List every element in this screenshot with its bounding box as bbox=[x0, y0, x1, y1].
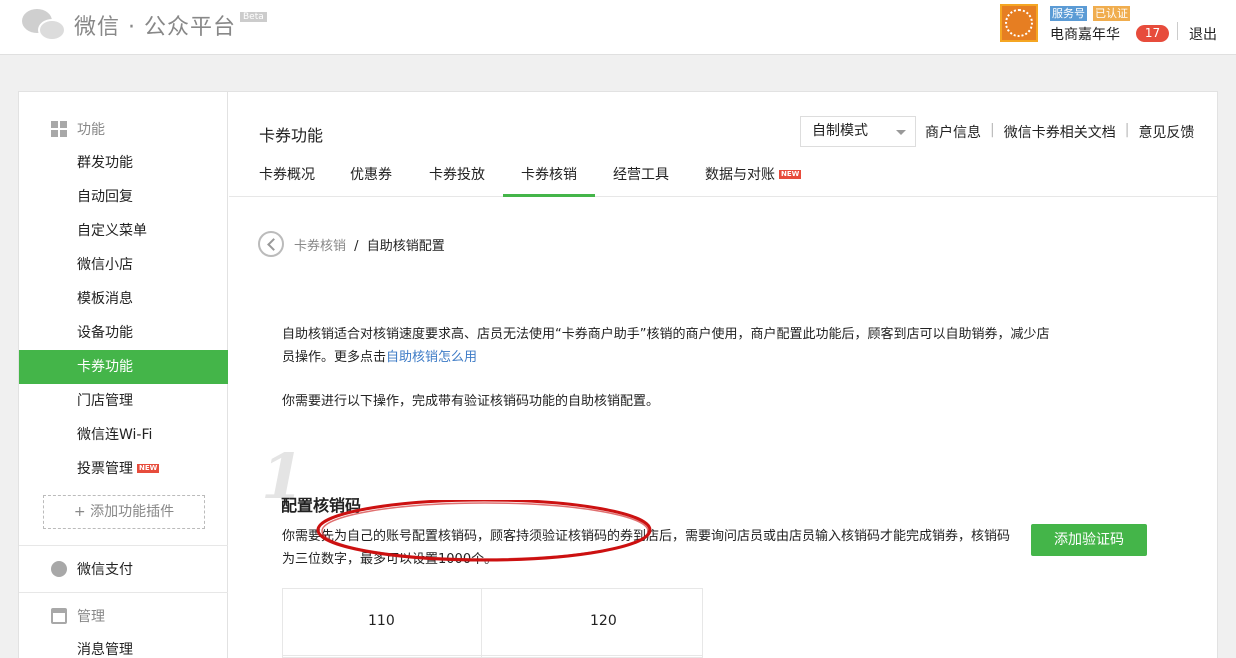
sidebar-section-manage: 管理 bbox=[19, 599, 228, 633]
card-docs-link[interactable]: 微信卡券相关文档 bbox=[1004, 122, 1116, 142]
instruction-text: 你需要进行以下操作，完成带有验证核销码功能的自助核销配置。 bbox=[282, 394, 660, 409]
avatar-emblem-icon bbox=[1005, 9, 1033, 37]
account-avatar[interactable] bbox=[1000, 4, 1038, 42]
merchant-info-link[interactable]: 商户信息 bbox=[925, 122, 981, 142]
beta-badge: Beta bbox=[239, 12, 267, 22]
sidebar-item-card-coupon[interactable]: 卡券功能 bbox=[19, 350, 228, 384]
back-icon[interactable] bbox=[258, 231, 284, 257]
tab-card-distribution[interactable]: 卡券投放 bbox=[429, 164, 485, 197]
platform-title: 微信 · 公众平台 bbox=[74, 15, 236, 40]
mode-select-value: 自制模式 bbox=[812, 123, 868, 139]
link-separator: | bbox=[990, 122, 995, 138]
verification-code-cell: 120 bbox=[590, 613, 617, 629]
new-badge: NEW bbox=[779, 170, 802, 179]
section-label: 管理 bbox=[77, 609, 105, 625]
wechat-logo[interactable]: 微信 · 公众平台 Beta bbox=[22, 7, 267, 43]
sidebar-item-message-manage[interactable]: 消息管理 bbox=[19, 633, 228, 658]
sidebar-item-label: 投票管理 bbox=[77, 461, 133, 477]
tab-card-overview[interactable]: 卡券概况 bbox=[259, 164, 315, 197]
highlight-ellipse-annotation bbox=[316, 500, 652, 562]
sidebar-item-wifi[interactable]: 微信连Wi-Fi bbox=[19, 418, 228, 452]
account-name[interactable]: 电商嘉年华 bbox=[1050, 24, 1120, 44]
table-column-divider bbox=[481, 589, 482, 657]
breadcrumb-prev-link[interactable]: 卡券核销 bbox=[294, 239, 346, 254]
top-links: 商户信息 | 微信卡券相关文档 | 意见反馈 bbox=[925, 122, 1194, 142]
verification-code-cell: 110 bbox=[368, 613, 395, 629]
inbox-icon bbox=[51, 608, 67, 624]
service-account-tag: 服务号 bbox=[1050, 6, 1087, 21]
intro-paragraph: 自助核销适合对核销速度要求高、店员无法使用“卡券商户助手”核销的商户使用，商户配… bbox=[282, 323, 1052, 369]
table-row-divider bbox=[283, 655, 702, 656]
sidebar-item-store[interactable]: 门店管理 bbox=[19, 384, 228, 418]
header-divider bbox=[1177, 22, 1178, 40]
sidebar-item-template-message[interactable]: 模板消息 bbox=[19, 282, 228, 316]
top-header: 微信 · 公众平台 Beta 服务号 已认证 电商嘉年华 17 退出 bbox=[0, 0, 1236, 55]
page-title: 卡券功能 bbox=[259, 126, 324, 145]
sidebar: 功能 群发功能 自动回复 自定义菜单 微信小店 模板消息 设备功能 卡券功能 门… bbox=[19, 92, 228, 658]
message-count-badge[interactable]: 17 bbox=[1136, 25, 1169, 42]
wechat-pay-icon bbox=[51, 561, 67, 577]
grid-icon bbox=[51, 121, 67, 137]
breadcrumb: 卡券核销 / 自助核销配置 bbox=[294, 235, 445, 254]
breadcrumb-current: 自助核销配置 bbox=[366, 239, 445, 254]
tab-coupons[interactable]: 优惠券 bbox=[350, 164, 392, 197]
feedback-link[interactable]: 意见反馈 bbox=[1138, 122, 1194, 142]
main-content: 卡券功能 自制模式 商户信息 | 微信卡券相关文档 | 意见反馈 卡券概况 优惠… bbox=[229, 92, 1217, 658]
verification-code-table: 110 120 bbox=[282, 588, 703, 658]
self-redeem-help-link[interactable]: 自助核销怎么用 bbox=[386, 350, 477, 365]
link-separator: | bbox=[1124, 122, 1130, 138]
sidebar-divider bbox=[19, 545, 228, 546]
tab-bar: 卡券概况 优惠券 卡券投放 卡券核销 经营工具 数据与对账 NEW bbox=[229, 154, 1217, 197]
tab-data-reconciliation[interactable]: 数据与对账 NEW bbox=[705, 164, 802, 197]
sidebar-item-device[interactable]: 设备功能 bbox=[19, 316, 228, 350]
new-badge: NEW bbox=[137, 464, 160, 473]
verified-tag: 已认证 bbox=[1093, 6, 1130, 21]
sidebar-item-auto-reply[interactable]: 自动回复 bbox=[19, 180, 228, 214]
add-plugin-button[interactable]: + 添加功能插件 bbox=[43, 495, 205, 529]
sidebar-item-vote[interactable]: 投票管理 NEW bbox=[19, 452, 228, 486]
chevron-down-icon bbox=[896, 130, 906, 135]
logout-link[interactable]: 退出 bbox=[1189, 24, 1217, 44]
sidebar-item-wechat-shop[interactable]: 微信小店 bbox=[19, 248, 228, 282]
wechat-logo-icon bbox=[22, 7, 68, 43]
sidebar-section-features: 功能 bbox=[19, 112, 228, 146]
sidebar-item-custom-menu[interactable]: 自定义菜单 bbox=[19, 214, 228, 248]
section-label: 微信支付 bbox=[77, 562, 133, 578]
tab-label: 数据与对账 bbox=[705, 167, 775, 183]
mode-select[interactable]: 自制模式 bbox=[800, 116, 916, 147]
add-verification-code-button[interactable]: 添加验证码 bbox=[1031, 524, 1147, 556]
tab-business-tools[interactable]: 经营工具 bbox=[613, 164, 669, 197]
tab-card-redeem[interactable]: 卡券核销 bbox=[503, 164, 595, 197]
breadcrumb-separator: / bbox=[354, 239, 359, 254]
section-label: 功能 bbox=[77, 122, 105, 138]
sidebar-section-wechat-pay[interactable]: 微信支付 bbox=[19, 552, 228, 586]
sidebar-divider bbox=[19, 592, 228, 593]
sidebar-item-mass-send[interactable]: 群发功能 bbox=[19, 146, 228, 180]
content-container: 功能 群发功能 自动回复 自定义菜单 微信小店 模板消息 设备功能 卡券功能 门… bbox=[18, 91, 1218, 658]
